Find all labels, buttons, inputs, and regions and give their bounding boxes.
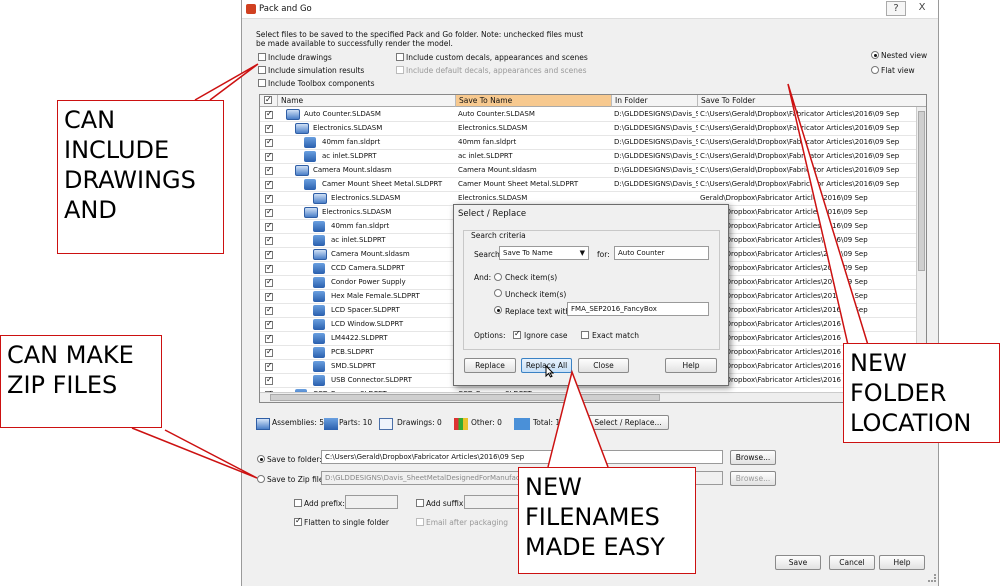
folder-callout: NEW FOLDER LOCATION xyxy=(843,343,1000,443)
zip-callout-arrow xyxy=(131,427,258,479)
folder-callout-arrow xyxy=(787,83,869,346)
drawings-callout: CAN INCLUDE DRAWINGS AND xyxy=(57,100,224,254)
filenames-callout: NEW FILENAMES MADE EASY xyxy=(518,467,696,574)
drawings-callout-arrow xyxy=(194,63,259,101)
filenames-callout-arrow xyxy=(547,369,609,468)
callout-arrows xyxy=(131,63,869,479)
zip-callout: CAN MAKE ZIP FILES xyxy=(0,335,162,428)
